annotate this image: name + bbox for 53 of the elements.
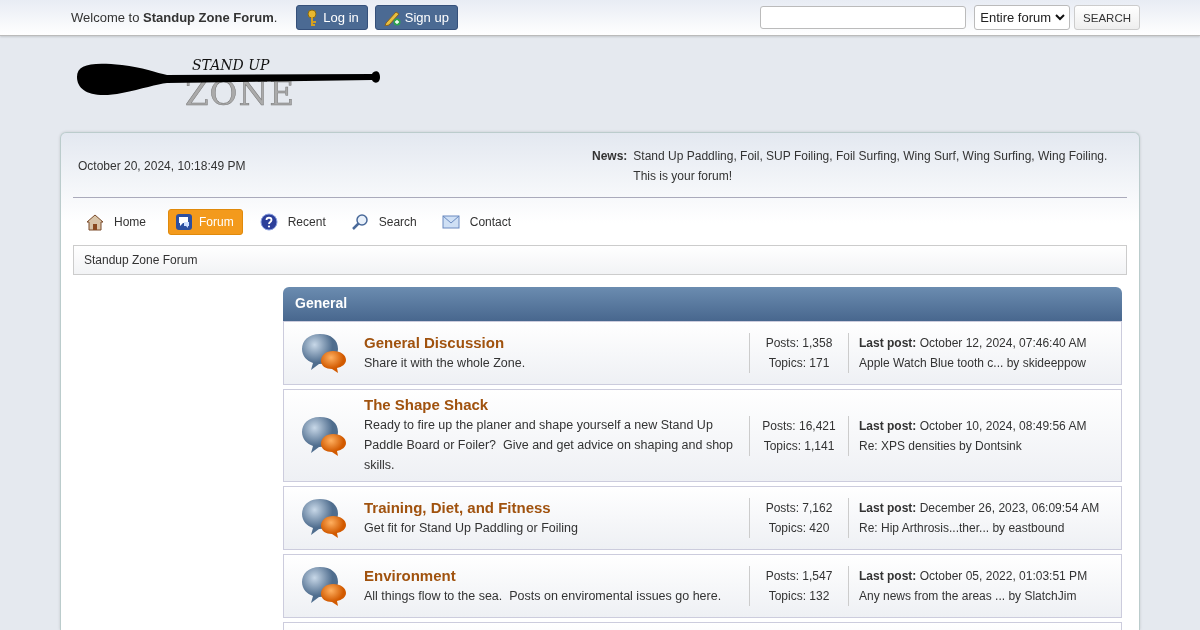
board-title-link[interactable]: Training, Diet, and Fitness [364, 497, 741, 518]
login-button[interactable]: Log in [296, 5, 368, 30]
board-description: Ready to fire up the planer and shape yourself a new Stand Up Paddle Board or Foiler? Give and get advice on shaping and shop skills. [364, 417, 734, 474]
board-description: All things flow to the sea. Posts on enviromental issues go here. [364, 587, 723, 605]
last-topic-link[interactable]: Re: XPS densities by Dontsink [859, 435, 1121, 456]
posts-count: Posts: 1,358 [764, 335, 834, 352]
last-post-date: Last post: October 05, 2022, 01:03:51 PM [859, 568, 1089, 585]
nav-tab[interactable]: Home [83, 210, 154, 234]
topics-count: Topics: 171 [767, 355, 831, 372]
chat-bubbles-icon [300, 497, 348, 539]
board-title-link[interactable]: The Shape Shack [364, 395, 741, 415]
nav-tab[interactable]: Contact [438, 210, 520, 234]
chevron-icon [1055, 14, 1066, 21]
last-post-date: Last post: December 26, 2023, 06:09:54 AM [859, 500, 1101, 517]
posts-count: Posts: 7,162 [764, 500, 834, 517]
scope-dropdown[interactable]: Entire forum [974, 5, 1071, 30]
speech-bubble-icon [175, 213, 193, 231]
envelope-icon [441, 215, 460, 229]
pencil-icon [383, 9, 401, 26]
board-title-link[interactable]: General Discussion [364, 332, 741, 353]
breadcrumb[interactable]: Standup Zone Forum [73, 245, 1127, 275]
signup-button[interactable]: Sign up [374, 5, 458, 30]
search-field[interactable] [760, 6, 967, 29]
help-icon [259, 213, 278, 231]
topics-count: Topics: 420 [767, 520, 831, 537]
welcome-text: Welcome to Standup Zone Forum. [71, 10, 278, 25]
chat-bubbles-icon [300, 414, 348, 457]
posts-count: Posts: 1,547 [764, 568, 834, 585]
house-icon [86, 213, 104, 231]
last-topic-link[interactable]: Any news from the areas ... by SlatchJim [859, 586, 1121, 606]
nav-tab[interactable]: Recent [256, 210, 334, 234]
date-text: October 20, 2024, 10:18:49 PM [78, 159, 246, 173]
last-post-date: Last post: October 10, 2024, 08:49:56 AM [859, 417, 1088, 435]
news-label: News: [592, 148, 628, 165]
posts-count: Posts: 16,421 [761, 417, 837, 435]
last-post-date: Last post: October 12, 2024, 07:46:40 AM [859, 335, 1088, 352]
logo-text: STAND UP [192, 59, 270, 73]
news-text: Stand Up Paddling, Foil, SUP Foiling, Foil Surfing, Wing Surf, Wing Surfing, Wing Foiling. This is your forum! [633, 148, 1109, 185]
search-icon [350, 213, 369, 231]
topics-count: Topics: 132 [767, 588, 831, 605]
last-topic-link[interactable]: Apple Watch Blue tooth c... by skideeppow [859, 353, 1121, 373]
category-header: General [283, 287, 1122, 321]
topics-count: Topics: 1,141 [762, 437, 836, 455]
nav-tab[interactable]: Search [347, 210, 425, 234]
chat-bubbles-icon [300, 565, 348, 607]
search-button[interactable]: SEARCH [1074, 5, 1140, 30]
last-topic-link[interactable]: Re: Hip Arthrosis...ther... by eastbound [859, 518, 1121, 538]
board-description: Share it with the whole Zone. [364, 354, 527, 372]
key-icon [305, 8, 320, 27]
board-description: Get fit for Stand Up Paddling or Foiling [364, 519, 579, 537]
logo-text: ZONE [185, 73, 296, 109]
board-title-link[interactable]: Environment [364, 565, 741, 586]
chat-bubbles-icon [300, 332, 348, 374]
